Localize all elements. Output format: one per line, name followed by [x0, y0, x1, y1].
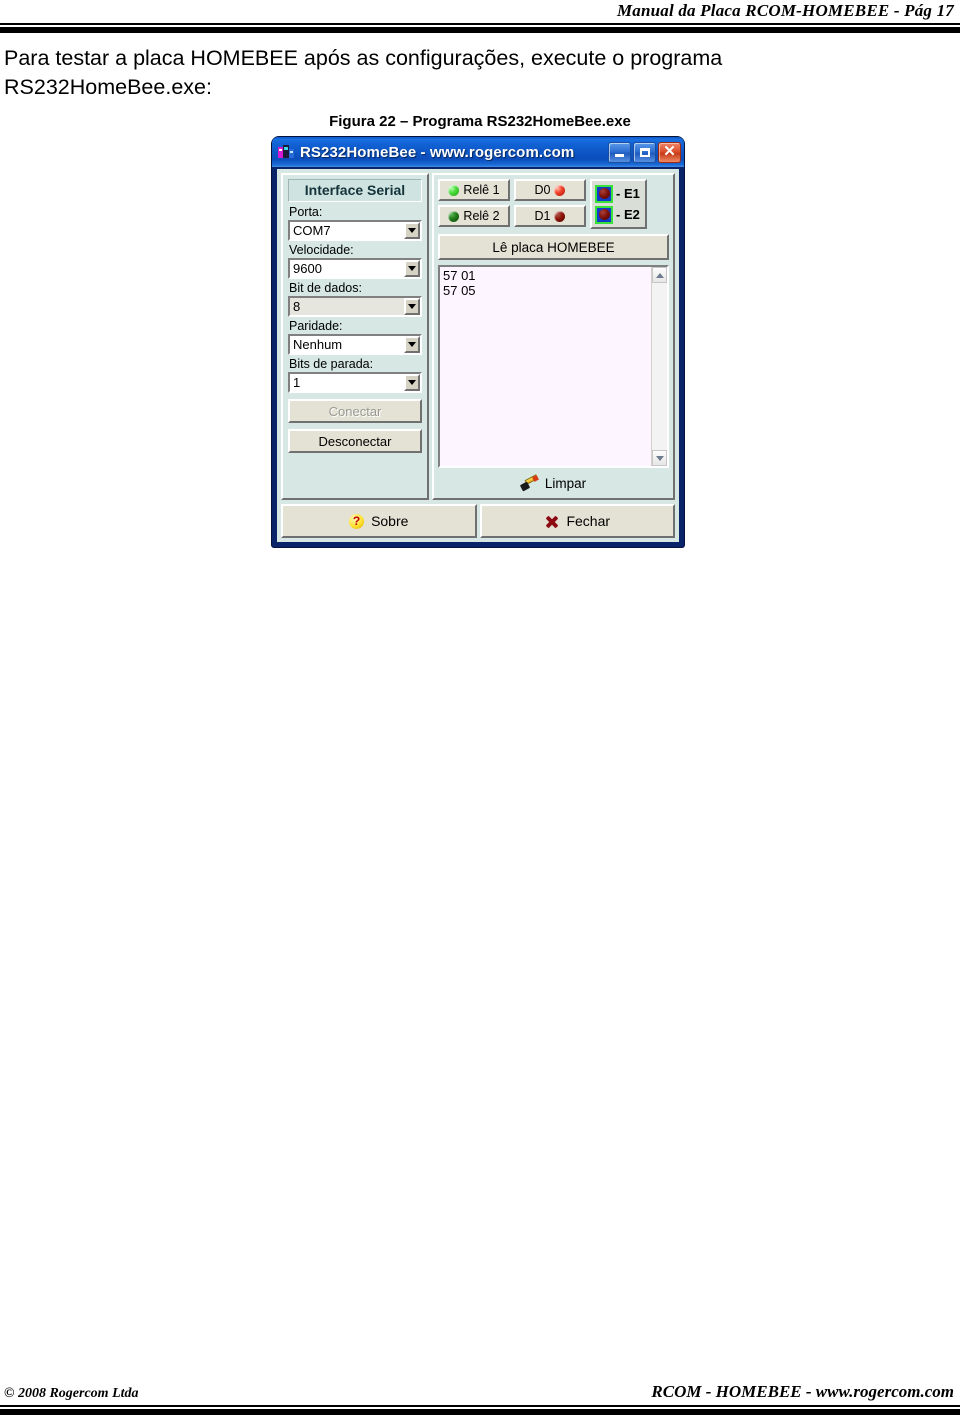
paragraph-line-2: RS232HomeBee.exe:	[4, 75, 212, 99]
serial-panel-heading: Interface Serial	[288, 179, 422, 202]
window-titlebar[interactable]: RS232HomeBee - www.rogercom.com ✕	[272, 137, 684, 167]
relay-2-label: Relê 2	[463, 209, 500, 223]
velocidade-label: Velocidade:	[289, 243, 354, 257]
minimize-button[interactable]	[608, 141, 631, 163]
chevron-down-icon	[408, 304, 416, 309]
serial-interface-panel: Interface Serial Porta: COM7 Velocidade:…	[281, 173, 429, 500]
d1-led-icon	[554, 210, 566, 222]
chevron-down-icon	[655, 455, 664, 461]
bits-parada-label: Bits de parada:	[289, 357, 374, 371]
e1-led-icon	[598, 188, 610, 199]
relay-2-button[interactable]: Relê 2	[438, 205, 510, 227]
about-label: Sobre	[371, 513, 409, 529]
chevron-down-icon	[408, 380, 416, 385]
read-board-button[interactable]: Lê placa HOMEBEE	[438, 234, 669, 260]
bits-parada-dropdown-button[interactable]	[404, 374, 420, 391]
relay-2-led-icon	[448, 210, 460, 222]
bit-dados-combo[interactable]: 8	[288, 296, 422, 317]
app-icon	[277, 143, 295, 161]
e2-row: - E2	[595, 205, 640, 224]
bits-parada-combo[interactable]: 1	[288, 372, 422, 393]
e2-label: - E2	[616, 207, 640, 222]
d0-label: D0	[534, 183, 551, 197]
paridade-value: Nenhum	[293, 337, 343, 352]
question-icon: ?	[349, 513, 365, 529]
minimize-icon	[615, 154, 624, 157]
d1-label: D1	[534, 209, 551, 223]
e2-indicator-square	[595, 205, 613, 224]
chevron-down-icon	[408, 228, 416, 233]
bit-dados-dropdown-button[interactable]	[404, 298, 420, 315]
bit-dados-label: Bit de dados:	[289, 281, 362, 295]
close-dialog-label: Fechar	[566, 513, 611, 529]
clear-label: Limpar	[544, 475, 587, 491]
log-output-area[interactable]: 57 01 57 05	[438, 265, 669, 468]
log-scrollbar[interactable]	[651, 267, 667, 466]
window-buttons: ✕	[608, 141, 681, 163]
scroll-up-button[interactable]	[652, 267, 667, 283]
velocidade-dropdown-button[interactable]	[404, 260, 420, 277]
window-footer-buttons: ? Sobre Fechar	[281, 504, 675, 538]
paridade-dropdown-button[interactable]	[404, 336, 420, 353]
input-indicators-box: - E1 - E2	[590, 179, 647, 229]
porta-value: COM7	[293, 223, 331, 238]
page-footer: © 2008 Rogercom Ltda RCOM - HOMEBEE - ww…	[0, 1382, 960, 1415]
chevron-down-icon	[408, 266, 416, 271]
chevron-up-icon	[655, 272, 664, 278]
clear-button[interactable]: Limpar	[438, 472, 669, 494]
disconnect-button[interactable]: Desconectar	[288, 429, 422, 453]
maximize-button[interactable]	[633, 141, 656, 163]
body-paragraph: Para testar a placa HOMEBEE após as conf…	[4, 44, 956, 102]
e2-led-icon	[598, 209, 610, 220]
paridade-combo[interactable]: Nenhum	[288, 334, 422, 355]
e1-indicator-square	[595, 184, 613, 203]
about-button[interactable]: ? Sobre	[281, 504, 477, 538]
close-icon: ✕	[663, 142, 676, 160]
copyright-text: © 2008 Rogercom Ltda	[4, 1386, 139, 1401]
porta-label: Porta:	[289, 205, 323, 219]
paragraph-line-1: Para testar a placa HOMEBEE após as conf…	[4, 46, 723, 70]
page-footer-text-row: © 2008 Rogercom Ltda RCOM - HOMEBEE - ww…	[0, 1382, 960, 1405]
e1-label: - E1	[616, 186, 640, 201]
velocidade-combo[interactable]: 9600	[288, 258, 422, 279]
figure-caption: Figura 22 – Programa RS232HomeBee.exe	[329, 113, 631, 130]
footer-rule-thick	[0, 1409, 960, 1415]
close-dialog-button[interactable]: Fechar	[479, 504, 675, 538]
main-content-row: Interface Serial Porta: COM7 Velocidade:…	[281, 173, 675, 500]
digital-column: D0 D1	[514, 179, 586, 227]
log-output-text: 57 01 57 05	[443, 268, 476, 298]
footer-brand-text: RCOM - HOMEBEE - www.rogercom.com	[651, 1382, 954, 1401]
io-panel: Relê 1 Relê 2 D0 D1 - E1 - E2 Lê placa H…	[432, 173, 675, 500]
page-header-title: Manual da Placa RCOM-HOMEBEE - Pág 17	[616, 1, 954, 20]
porta-dropdown-button[interactable]	[404, 222, 420, 239]
window-client-area: Interface Serial Porta: COM7 Velocidade:…	[276, 168, 680, 543]
application-window: RS232HomeBee - www.rogercom.com ✕ Interf…	[272, 137, 684, 547]
io-indicator-row: Relê 1 Relê 2 D0 D1 - E1 - E2	[438, 179, 669, 229]
relay-1-led-icon	[448, 184, 460, 196]
e1-row: - E1	[595, 184, 640, 203]
relay-column: Relê 1 Relê 2	[438, 179, 510, 227]
connect-button[interactable]: Conectar	[288, 399, 422, 423]
paridade-label: Paridade:	[289, 319, 343, 333]
close-button[interactable]: ✕	[658, 141, 681, 163]
eraser-icon	[519, 473, 539, 491]
porta-combo[interactable]: COM7	[288, 220, 422, 241]
scroll-down-button[interactable]	[652, 450, 667, 466]
velocidade-value: 9600	[293, 261, 322, 276]
bit-dados-value: 8	[293, 299, 301, 314]
relay-1-button[interactable]: Relê 1	[438, 179, 510, 201]
maximize-icon	[639, 147, 650, 157]
relay-1-label: Relê 1	[463, 183, 500, 197]
chevron-down-icon	[408, 342, 416, 347]
d1-button[interactable]: D1	[514, 205, 586, 227]
d0-button[interactable]: D0	[514, 179, 586, 201]
page-header: Manual da Placa RCOM-HOMEBEE - Pág 17	[0, 0, 960, 33]
d0-led-icon	[554, 184, 566, 196]
bits-parada-value: 1	[293, 375, 301, 390]
x-icon	[544, 514, 559, 529]
window-title: RS232HomeBee - www.rogercom.com	[300, 143, 575, 161]
header-rule-thick	[0, 27, 960, 33]
